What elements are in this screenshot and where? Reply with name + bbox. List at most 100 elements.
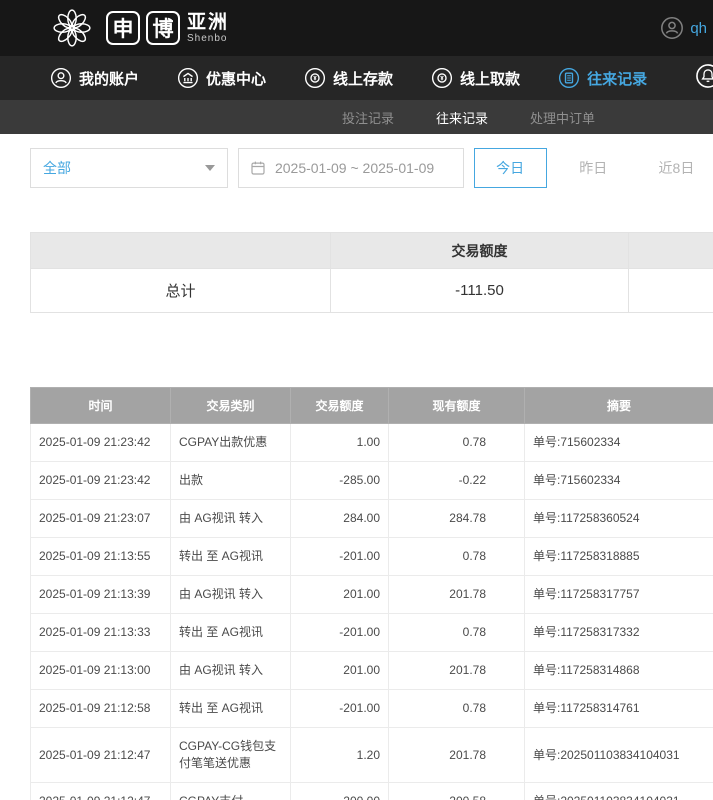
type-filter-select[interactable]: 全部 xyxy=(30,148,228,188)
cell-note: 单号:117258317332 xyxy=(525,614,713,652)
user-account-area[interactable]: qh xyxy=(660,16,707,40)
transactions-table: 时间 交易类别 交易额度 现有额度 摘要 2025-01-09 21:23:42… xyxy=(30,387,713,800)
cell-balance: 0.78 xyxy=(389,424,525,462)
summary-total-label: 总计 xyxy=(31,269,331,313)
brand-logo[interactable]: 申 博 亚洲 Shenbo xyxy=(50,6,229,50)
cell-amount: -285.00 xyxy=(291,462,389,500)
cell-balance: 201.78 xyxy=(389,728,525,783)
cell-balance: 200.58 xyxy=(389,783,525,800)
cell-note: 单号:202501103834104031 xyxy=(525,783,713,800)
summary-total-value: -111.50 xyxy=(331,269,629,313)
transactions-table-header: 时间 交易类别 交易额度 现有额度 摘要 xyxy=(31,388,713,424)
cell-time: 2025-01-09 21:12:47 xyxy=(31,728,171,783)
cell-note: 单号:117258318885 xyxy=(525,538,713,576)
column-header-time: 时间 xyxy=(31,388,171,424)
cell-type: CGPAY-CG钱包支付笔笔送优惠 xyxy=(171,728,291,783)
cell-amount: -201.00 xyxy=(291,538,389,576)
nav-item-deposit[interactable]: 线上存款 xyxy=(304,67,393,89)
nav-label: 我的账户 xyxy=(79,68,139,89)
nav-label: 线上取款 xyxy=(460,68,520,89)
nav-item-withdraw[interactable]: 线上取款 xyxy=(431,67,520,89)
logo-char-shen: 申 xyxy=(106,11,140,45)
table-row: 2025-01-09 21:13:55 转出 至 AG视讯 -201.00 0.… xyxy=(31,538,713,576)
username-text[interactable]: qh xyxy=(690,20,707,37)
cell-note: 单号:202501103834104031 xyxy=(525,728,713,783)
cell-amount: 1.20 xyxy=(291,728,389,783)
summary-header-empty xyxy=(31,233,331,269)
column-header-amount: 交易额度 xyxy=(291,388,389,424)
logo-text: 亚洲 Shenbo xyxy=(187,13,229,44)
last-8-days-button[interactable]: 近8日 xyxy=(640,148,713,188)
table-row: 2025-01-09 21:12:47 CGPAY支付 200.00 200.5… xyxy=(31,783,713,800)
notifications-button[interactable] xyxy=(695,63,713,94)
record-subtabs: 投注记录 往来记录 处理中订单 xyxy=(0,100,713,134)
cell-time: 2025-01-09 21:13:00 xyxy=(31,652,171,690)
cell-balance: 0.78 xyxy=(389,690,525,728)
chevron-down-icon xyxy=(205,165,215,171)
summary-header-empty xyxy=(629,233,713,269)
tab-transaction-records[interactable]: 往来记录 xyxy=(436,108,488,127)
table-row: 2025-01-09 21:23:07 由 AG视讯 转入 284.00 284… xyxy=(31,500,713,538)
cell-note: 单号:117258360524 xyxy=(525,500,713,538)
cell-time: 2025-01-09 21:12:58 xyxy=(31,690,171,728)
nav-item-promotions[interactable]: 优惠中心 xyxy=(177,67,266,89)
summary-total-row: 总计 -111.50 xyxy=(31,269,713,313)
withdraw-icon xyxy=(431,67,453,89)
cell-amount: 200.00 xyxy=(291,783,389,800)
page: 申 博 亚洲 Shenbo qh xyxy=(0,0,713,800)
cell-type: 转出 至 AG视讯 xyxy=(171,538,291,576)
cell-note: 单号:715602334 xyxy=(525,424,713,462)
calendar-icon xyxy=(249,159,267,177)
cell-type: 由 AG视讯 转入 xyxy=(171,652,291,690)
cell-note: 单号:117258317757 xyxy=(525,576,713,614)
cell-amount: -201.00 xyxy=(291,614,389,652)
cell-time: 2025-01-09 21:23:42 xyxy=(31,424,171,462)
records-icon xyxy=(558,67,580,89)
today-button[interactable]: 今日 xyxy=(474,148,547,188)
nav-item-records[interactable]: 往来记录 xyxy=(558,67,647,89)
cell-type: 由 AG视讯 转入 xyxy=(171,500,291,538)
cell-type: 出款 xyxy=(171,462,291,500)
main-navigation: 我的账户 优惠中心 线上存款 xyxy=(0,56,713,100)
cell-note: 单号:117258314868 xyxy=(525,652,713,690)
top-header: 申 博 亚洲 Shenbo qh xyxy=(0,0,713,56)
cell-balance: 0.78 xyxy=(389,614,525,652)
summary-empty-cell xyxy=(629,269,713,313)
date-range-input[interactable]: 2025-01-09 ~ 2025-01-09 xyxy=(238,148,464,188)
cell-note: 单号:715602334 xyxy=(525,462,713,500)
flower-logo-icon xyxy=(50,6,94,50)
logo-english: Shenbo xyxy=(187,34,229,44)
account-icon xyxy=(50,67,72,89)
cell-balance: 284.78 xyxy=(389,500,525,538)
cell-time: 2025-01-09 21:23:42 xyxy=(31,462,171,500)
table-row: 2025-01-09 21:23:42 CGPAY出款优惠 1.00 0.78 … xyxy=(31,424,713,462)
yesterday-button[interactable]: 昨日 xyxy=(557,148,630,188)
user-avatar-icon xyxy=(660,16,684,40)
date-range-value: 2025-01-09 ~ 2025-01-09 xyxy=(275,160,434,176)
cell-time: 2025-01-09 21:23:07 xyxy=(31,500,171,538)
promo-center-icon xyxy=(177,67,199,89)
nav-item-my-account[interactable]: 我的账户 xyxy=(50,67,139,89)
cell-type: 由 AG视讯 转入 xyxy=(171,576,291,614)
table-row: 2025-01-09 21:13:33 转出 至 AG视讯 -201.00 0.… xyxy=(31,614,713,652)
cell-balance: 0.78 xyxy=(389,538,525,576)
tab-pending-orders[interactable]: 处理中订单 xyxy=(530,108,595,127)
logo-region: 亚洲 xyxy=(187,13,229,32)
cell-type: CGPAY出款优惠 xyxy=(171,424,291,462)
cell-balance: -0.22 xyxy=(389,462,525,500)
cell-amount: -201.00 xyxy=(291,690,389,728)
cell-type: CGPAY支付 xyxy=(171,783,291,800)
column-header-note: 摘要 xyxy=(525,388,713,424)
cell-amount: 201.00 xyxy=(291,576,389,614)
summary-table: 交易额度 总计 -111.50 xyxy=(30,232,713,313)
cell-time: 2025-01-09 21:13:55 xyxy=(31,538,171,576)
filter-bar: 全部 2025-01-09 ~ 2025-01-09 今日 昨日 近8日 xyxy=(30,148,713,188)
cell-type: 转出 至 AG视讯 xyxy=(171,614,291,652)
tab-bet-records[interactable]: 投注记录 xyxy=(342,108,394,127)
summary-header-row: 交易额度 xyxy=(31,233,713,269)
logo-char-bo: 博 xyxy=(146,11,180,45)
nav-label: 线上存款 xyxy=(333,68,393,89)
cell-balance: 201.78 xyxy=(389,652,525,690)
bell-icon xyxy=(695,63,713,89)
table-row: 2025-01-09 21:13:39 由 AG视讯 转入 201.00 201… xyxy=(31,576,713,614)
